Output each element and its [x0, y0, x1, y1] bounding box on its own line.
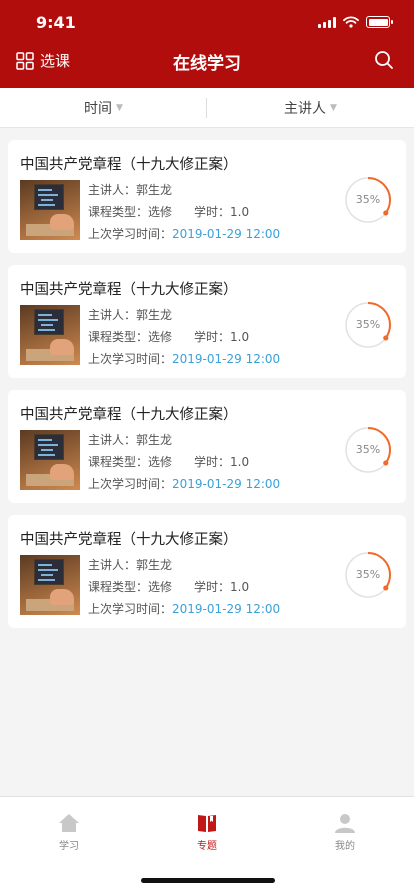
home-icon: [59, 814, 79, 832]
progress-ring: 35%: [344, 551, 392, 599]
progress-ring: 35%: [344, 301, 392, 349]
header-bar: 9:41 选课 在线学习: [0, 0, 414, 88]
type-label: 课程类型：: [88, 580, 149, 594]
type-label: 课程类型：: [88, 330, 149, 344]
status-icons: [318, 16, 393, 28]
lecturer-label: 主讲人：: [88, 433, 137, 447]
type-row: 课程类型：选修 学时：1.0: [88, 203, 249, 220]
type-row: 课程类型：选修 学时：1.0: [88, 328, 249, 345]
course-title: 中国共产党章程（十九大修正案）: [20, 157, 238, 173]
lecturer-label: 主讲人：: [88, 183, 137, 197]
course-type: 选修: [148, 455, 173, 469]
last-study-label: 上次学习时间：: [88, 227, 173, 241]
wifi-icon: [343, 16, 359, 28]
divider: [206, 98, 207, 118]
course-hours: 1.0: [230, 205, 250, 219]
book-icon: [198, 815, 216, 832]
progress-text: 35%: [355, 193, 381, 206]
lecturer-name: 郭生龙: [136, 558, 173, 572]
course-card[interactable]: 中国共产党章程（十九大修正案） 主讲人：郭生龙 课程类型：选修 学时：1.0 上次…: [8, 140, 406, 253]
user-icon: [335, 814, 355, 833]
chevron-down-icon: ▼: [330, 102, 337, 113]
course-list: 中国共产党章程（十九大修正案） 主讲人：郭生龙 课程类型：选修 学时：1.0 上次…: [8, 140, 406, 640]
lecturer-row: 主讲人：郭生龙: [88, 431, 172, 448]
last-study-label: 上次学习时间：: [88, 477, 173, 491]
course-type: 选修: [148, 330, 173, 344]
status-time: 9:41: [36, 13, 76, 32]
course-thumbnail: [20, 430, 80, 490]
type-label: 课程类型：: [88, 455, 149, 469]
course-card[interactable]: 中国共产党章程（十九大修正案） 主讲人：郭生龙 课程类型：选修 学时：1.0 上次…: [8, 265, 406, 378]
chevron-down-icon: ▼: [116, 102, 123, 113]
progress-text: 35%: [355, 443, 381, 456]
tab-label: 专题: [197, 841, 217, 852]
last-study-label: 上次学习时间：: [88, 352, 173, 366]
filter-label: 时间: [84, 100, 113, 117]
course-hours: 1.0: [230, 330, 250, 344]
last-study-label: 上次学习时间：: [88, 602, 173, 616]
filter-time[interactable]: 时间 ▼: [0, 88, 207, 127]
page-title: 在线学习: [173, 54, 241, 74]
course-card[interactable]: 中国共产党章程（十九大修正案） 主讲人：郭生龙 课程类型：选修 学时：1.0 上次…: [8, 515, 406, 628]
tab-label: 学习: [59, 841, 79, 852]
filter-lecturer[interactable]: 主讲人 ▼: [207, 88, 414, 127]
filter-label: 主讲人: [284, 100, 327, 117]
hours-label: 学时：: [194, 205, 231, 219]
progress-text: 35%: [355, 318, 381, 331]
course-title: 中国共产党章程（十九大修正案）: [20, 282, 238, 298]
course-hours: 1.0: [230, 580, 250, 594]
last-study-row: 上次学习时间：2019-01-29 12:00: [88, 475, 280, 492]
search-icon[interactable]: [374, 50, 394, 70]
progress-text: 35%: [355, 568, 381, 581]
filter-bar: 时间 ▼ 主讲人 ▼: [0, 88, 414, 128]
course-thumbnail: [20, 555, 80, 615]
lecturer-row: 主讲人：郭生龙: [88, 306, 172, 323]
lecturer-name: 郭生龙: [136, 433, 173, 447]
last-study-row: 上次学习时间：2019-01-29 12:00: [88, 225, 280, 242]
last-study-row: 上次学习时间：2019-01-29 12:00: [88, 600, 280, 617]
tab-study[interactable]: 学习: [0, 797, 138, 896]
last-study-time: 2019-01-29 12:00: [172, 352, 281, 366]
hours-label: 学时：: [194, 455, 231, 469]
lecturer-row: 主讲人：郭生龙: [88, 556, 172, 573]
type-label: 课程类型：: [88, 205, 149, 219]
battery-icon: [366, 16, 393, 28]
last-study-row: 上次学习时间：2019-01-29 12:00: [88, 350, 280, 367]
type-row: 课程类型：选修 学时：1.0: [88, 578, 249, 595]
course-thumbnail: [20, 180, 80, 240]
course-thumbnail: [20, 305, 80, 365]
home-indicator: [141, 878, 275, 883]
last-study-time: 2019-01-29 12:00: [172, 602, 281, 616]
course-hours: 1.0: [230, 455, 250, 469]
course-type: 选修: [148, 205, 173, 219]
hours-label: 学时：: [194, 330, 231, 344]
tab-mine[interactable]: 我的: [276, 797, 414, 896]
lecturer-row: 主讲人：郭生龙: [88, 181, 172, 198]
lecturer-name: 郭生龙: [136, 308, 173, 322]
course-type: 选修: [148, 580, 173, 594]
last-study-time: 2019-01-29 12:00: [172, 477, 281, 491]
tab-label: 我的: [335, 841, 355, 852]
course-card[interactable]: 中国共产党章程（十九大修正案） 主讲人：郭生龙 课程类型：选修 学时：1.0 上次…: [8, 390, 406, 503]
progress-ring: 35%: [344, 426, 392, 474]
cellular-signal-icon: [318, 16, 336, 28]
lecturer-label: 主讲人：: [88, 308, 137, 322]
lecturer-label: 主讲人：: [88, 558, 137, 572]
type-row: 课程类型：选修 学时：1.0: [88, 453, 249, 470]
course-title: 中国共产党章程（十九大修正案）: [20, 532, 238, 548]
lecturer-name: 郭生龙: [136, 183, 173, 197]
hours-label: 学时：: [194, 580, 231, 594]
course-title: 中国共产党章程（十九大修正案）: [20, 407, 238, 423]
progress-ring: 35%: [344, 176, 392, 224]
last-study-time: 2019-01-29 12:00: [172, 227, 281, 241]
